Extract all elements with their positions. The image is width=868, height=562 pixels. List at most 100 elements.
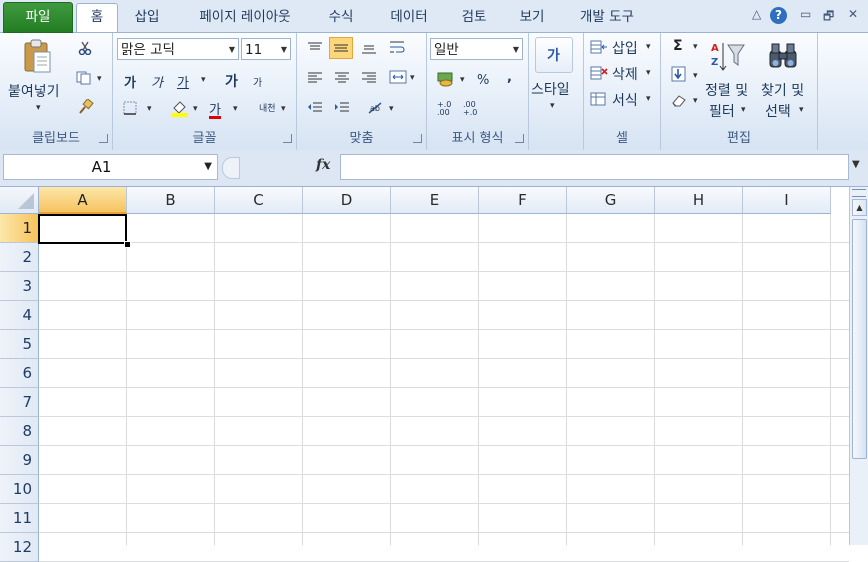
paste-dropdown-icon[interactable]: ▾ <box>36 103 41 113</box>
find-select-dropdown-icon[interactable]: ▾ <box>799 105 804 115</box>
tab-home[interactable]: 홈 <box>76 3 118 32</box>
tab-view[interactable]: 보기 <box>508 4 556 30</box>
alignment-launcher-icon[interactable] <box>413 134 422 143</box>
split-box[interactable] <box>852 189 866 197</box>
percent-button[interactable]: % <box>477 73 489 88</box>
row-header-2[interactable]: 2 <box>0 243 39 272</box>
comma-button[interactable]: , <box>507 70 512 85</box>
expand-formula-bar-icon[interactable]: ▼ <box>852 159 860 170</box>
column-header-b[interactable]: B <box>127 187 215 214</box>
clipboard-launcher-icon[interactable] <box>99 134 108 143</box>
font-launcher-icon[interactable] <box>283 134 292 143</box>
column-header-g[interactable]: G <box>567 187 655 214</box>
grow-font-button[interactable]: 가 <box>225 71 238 91</box>
column-header-e[interactable]: E <box>391 187 479 214</box>
fill-color-icon[interactable] <box>171 99 189 120</box>
format-cells-dropdown-icon[interactable]: ▾ <box>646 94 651 104</box>
align-right-icon[interactable] <box>361 71 377 88</box>
styles-button[interactable]: 스타일 <box>531 79 570 99</box>
delete-cells-dropdown-icon[interactable]: ▾ <box>646 68 651 78</box>
clear-eraser-icon[interactable] <box>671 93 687 110</box>
orientation-dropdown-icon[interactable]: ▾ <box>389 104 394 114</box>
find-select-button[interactable]: 찾기 및 <box>761 80 804 100</box>
row-header-5[interactable]: 5 <box>0 330 39 359</box>
font-size-select[interactable]: 11 ▼ <box>241 38 291 60</box>
bold-button[interactable]: 가 <box>124 72 136 91</box>
row-header-4[interactable]: 4 <box>0 301 39 330</box>
window-restore-icon[interactable]: 🗗 <box>823 7 834 28</box>
cut-icon[interactable] <box>78 41 92 58</box>
increase-indent-icon[interactable] <box>334 101 350 118</box>
fill-dropdown-icon[interactable]: ▾ <box>693 71 698 81</box>
number-launcher-icon[interactable] <box>515 134 524 143</box>
scroll-thumb[interactable] <box>852 219 867 459</box>
window-close-icon[interactable]: ✕ <box>848 7 858 21</box>
minimize-ribbon-icon[interactable]: △ <box>752 7 761 21</box>
column-header-h[interactable]: H <box>655 187 743 214</box>
row-header-6[interactable]: 6 <box>0 359 39 388</box>
delete-cells-icon[interactable] <box>590 66 608 83</box>
insert-cells-icon[interactable] <box>590 40 608 57</box>
sort-filter-dropdown-icon[interactable]: ▾ <box>741 105 746 115</box>
merge-dropdown-icon[interactable]: ▾ <box>410 73 415 83</box>
column-header-a[interactable]: A <box>39 187 127 214</box>
tab-page-layout[interactable]: 페이지 레이아웃 <box>180 4 310 30</box>
shrink-font-button[interactable]: 가 <box>253 74 262 89</box>
row-header-11[interactable]: 11 <box>0 504 39 533</box>
paste-button[interactable]: 붙여넣기 <box>8 81 60 101</box>
insert-function-icon[interactable]: fx <box>316 157 330 173</box>
autosum-icon[interactable]: Σ <box>673 38 683 54</box>
paste-icon[interactable] <box>22 39 52 75</box>
tab-insert[interactable]: 삽입 <box>124 4 170 30</box>
border-dropdown-icon[interactable]: ▾ <box>147 104 152 114</box>
autosum-dropdown-icon[interactable]: ▾ <box>693 42 698 52</box>
tab-review[interactable]: 검토 <box>450 4 498 30</box>
format-cells-icon[interactable] <box>590 92 608 109</box>
underline-button[interactable]: 가 <box>177 72 189 91</box>
font-color-button[interactable]: 가 <box>209 99 221 118</box>
insert-cells-dropdown-icon[interactable]: ▾ <box>646 42 651 52</box>
sort-filter-label-2[interactable]: 필터 <box>709 101 735 121</box>
find-binoculars-icon[interactable] <box>767 41 799 74</box>
help-icon[interactable]: ? <box>770 7 787 24</box>
column-header-c[interactable]: C <box>215 187 303 214</box>
currency-icon[interactable] <box>437 71 455 90</box>
phonetic-button[interactable]: 내천 <box>259 101 276 114</box>
font-name-select[interactable]: 맑은 고딕 ▼ <box>117 38 239 60</box>
find-select-label-2[interactable]: 선택 <box>765 101 791 121</box>
row-header-1[interactable]: 1 <box>0 214 39 243</box>
align-bottom-icon[interactable] <box>361 43 377 58</box>
format-painter-icon[interactable] <box>78 98 94 118</box>
column-header-i[interactable]: I <box>743 187 831 214</box>
column-header-d[interactable]: D <box>303 187 391 214</box>
row-header-10[interactable]: 10 <box>0 475 39 504</box>
name-box-dropdown-icon[interactable]: ▼ <box>204 155 212 179</box>
tab-developer[interactable]: 개발 도구 <box>566 4 648 30</box>
phonetic-dropdown-icon[interactable]: ▾ <box>281 104 286 114</box>
align-top-icon[interactable] <box>307 41 323 56</box>
border-icon[interactable] <box>123 101 137 118</box>
delete-cells-button[interactable]: 삭제 <box>612 64 638 84</box>
styles-icon[interactable]: 가 <box>535 37 573 73</box>
worksheet-grid[interactable]: ABCDEFGHI 1 2 3 4 5 6 7 8 9 10 11 12 <box>0 187 849 562</box>
name-box[interactable]: A1 ▼ <box>3 154 218 180</box>
formula-bar-splitter[interactable] <box>222 157 240 179</box>
sort-filter-button[interactable]: 정렬 및 <box>705 80 748 100</box>
row-header-8[interactable]: 8 <box>0 417 39 446</box>
select-all-corner[interactable] <box>0 187 39 214</box>
decrease-indent-icon[interactable] <box>307 101 323 118</box>
row-header-7[interactable]: 7 <box>0 388 39 417</box>
fill-icon[interactable] <box>671 66 687 85</box>
font-color-dropdown-icon[interactable]: ▾ <box>233 104 238 114</box>
insert-cells-button[interactable]: 삽입 <box>612 38 638 58</box>
scroll-up-icon[interactable]: ▲ <box>852 199 867 216</box>
italic-button[interactable]: 가 <box>151 72 163 91</box>
vertical-scrollbar[interactable]: ▲ <box>849 187 868 545</box>
window-minimize-icon[interactable]: ▭ <box>800 7 811 21</box>
format-cells-button[interactable]: 서식 <box>612 90 638 110</box>
column-header-f[interactable]: F <box>479 187 567 214</box>
copy-icon[interactable] <box>76 71 92 88</box>
styles-dropdown-icon[interactable]: ▾ <box>550 101 555 111</box>
copy-dropdown-icon[interactable]: ▾ <box>97 74 102 84</box>
active-cell-cursor[interactable] <box>38 214 127 244</box>
